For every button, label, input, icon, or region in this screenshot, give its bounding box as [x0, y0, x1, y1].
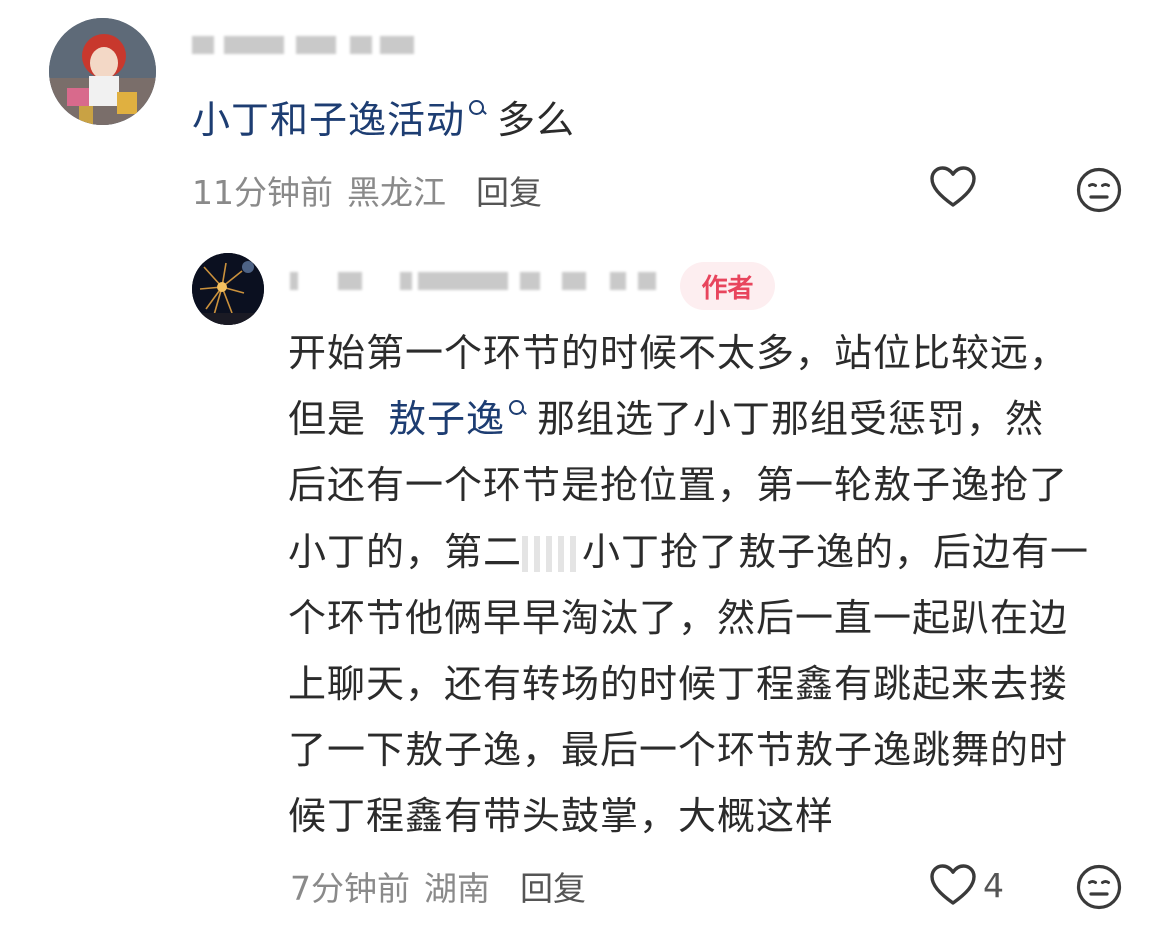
- search-icon: [507, 398, 527, 418]
- reply-line: 开始第一个环节的时候不太多，站位比较远，: [288, 320, 1148, 386]
- reply-line: 后还有一个环节是抢位置，第一轮敖子逸抢了: [288, 452, 1148, 518]
- mention-link[interactable]: 敖子逸: [388, 397, 505, 441]
- heart-outline-icon: [930, 166, 976, 207]
- comment-meta: 7分钟前 湖南 回复: [290, 862, 586, 910]
- avatar[interactable]: [49, 18, 156, 125]
- reply-line: 候丁程鑫有带头鼓掌，大概这样: [288, 783, 1148, 849]
- comment-text-rest: 多么: [497, 98, 576, 142]
- heart-outline-icon: [930, 864, 976, 905]
- comment-time: 11分钟前: [192, 173, 333, 212]
- avatar-image: [192, 253, 264, 325]
- username-blurred[interactable]: [290, 272, 670, 290]
- comment-location: 黑龙江: [347, 173, 446, 212]
- reply-text: 开始第一个环节的时候不太多，站位比较远， 但是 敖子逸 那组选了小丁那组受惩罚，然 …: [288, 320, 1148, 850]
- reply-line-text: 了一下敖子逸，最后一个环节敖子逸跳舞的时: [288, 728, 1069, 773]
- dislike-button[interactable]: [1075, 863, 1123, 911]
- search-icon: [467, 98, 487, 118]
- reply-line-text: 后还有一个环节是抢位置，第一轮敖子逸抢了: [288, 463, 1069, 508]
- comment-location: 湖南: [424, 869, 490, 908]
- username-blurred[interactable]: [192, 36, 432, 54]
- reply-line: 了一下敖子逸，最后一个环节敖子逸跳舞的时: [288, 717, 1148, 783]
- reply-line: 小丁的，第二 小丁抢了敖子逸的，后边有一: [288, 519, 1148, 585]
- reply-line: 但是 敖子逸 那组选了小丁那组受惩罚，然: [288, 386, 1148, 452]
- like-count: 4: [983, 865, 1004, 905]
- watermark-glyph: [522, 536, 583, 573]
- dislike-button[interactable]: [1075, 166, 1123, 214]
- comment-meta: 11分钟前 黑龙江 回复: [192, 166, 542, 214]
- like-button[interactable]: 4: [929, 863, 1004, 907]
- author-badge: 作者: [680, 262, 775, 310]
- avatar-image: [49, 18, 156, 125]
- reply-line: 上聊天，还有转场的时候丁程鑫有跳起来去搂: [288, 651, 1148, 717]
- reply-line-text: 开始第一个环节的时候不太多，站位比较远，: [288, 331, 1069, 375]
- reply-line-text: 那组选了小丁那组受惩罚，然: [537, 397, 1045, 442]
- reply-line: 个环节他俩早早淘汰了，然后一直一起趴在边: [288, 585, 1148, 651]
- meh-face-icon: [1076, 167, 1122, 213]
- reply-line-text: 但是: [288, 397, 367, 442]
- reply-line-text: 个环节他俩早早淘汰了，然后一直一起趴在边: [288, 595, 1069, 640]
- reply-line-text: 上聊天，还有转场的时候丁程鑫有跳起来去搂: [288, 661, 1069, 706]
- reply-line-text: 候丁程鑫有带头鼓掌，大概这样: [288, 794, 835, 839]
- reply-button[interactable]: 回复: [520, 869, 586, 908]
- comment-text: 小丁和子逸活动 多么: [192, 86, 575, 154]
- reply-button[interactable]: 回复: [476, 173, 542, 212]
- reply-line-text: 小丁抢了敖子逸的，后边有一: [582, 529, 1090, 574]
- avatar[interactable]: [192, 253, 264, 325]
- comment-time: 7分钟前: [290, 869, 410, 908]
- mention-link[interactable]: 小丁和子逸活动: [192, 98, 465, 142]
- like-button[interactable]: [929, 165, 977, 209]
- meh-face-icon: [1076, 864, 1122, 910]
- reply-line-text: 小丁的，第二: [288, 529, 523, 574]
